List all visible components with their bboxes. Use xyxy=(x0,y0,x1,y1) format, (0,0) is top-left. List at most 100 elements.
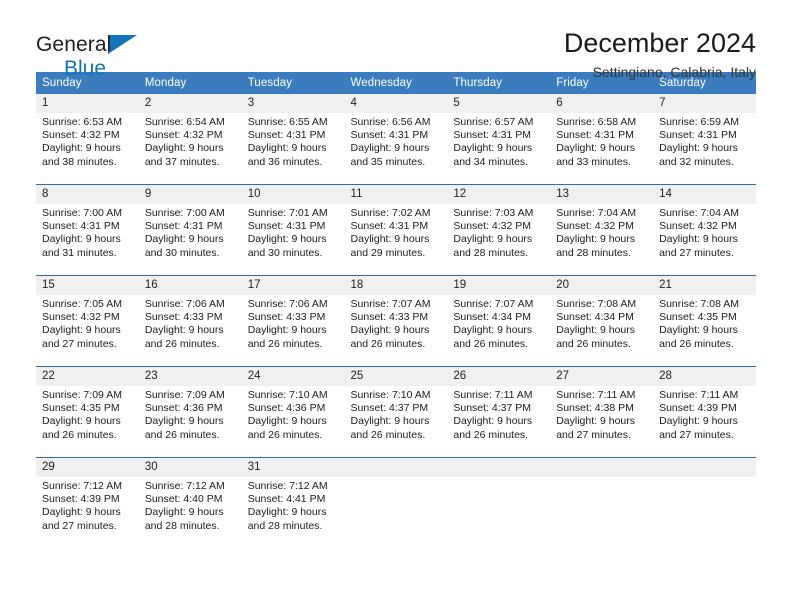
day-cell[interactable]: Sunrise: 6:54 AM Sunset: 4:32 PM Daylight:… xyxy=(138,113,242,185)
weekday-header-monday: Monday xyxy=(138,72,242,94)
day-number[interactable]: 9 xyxy=(138,184,242,204)
sunset-text: Sunset: 4:32 PM xyxy=(659,220,737,233)
day-cell[interactable]: Sunrise: 7:11 AM Sunset: 4:38 PM Daylight:… xyxy=(550,386,654,458)
day-cell[interactable]: Sunrise: 7:06 AM Sunset: 4:33 PM Daylight:… xyxy=(241,295,345,367)
day-number[interactable]: 2 xyxy=(138,94,242,113)
calendar-week-details: Sunrise: 7:09 AM Sunset: 4:35 PM Daylight:… xyxy=(36,386,756,458)
day-cell[interactable]: Sunrise: 6:55 AM Sunset: 4:31 PM Daylight:… xyxy=(241,113,345,185)
day-cell[interactable]: Sunrise: 7:03 AM Sunset: 4:32 PM Daylight:… xyxy=(447,204,551,276)
day-cell[interactable]: Sunrise: 7:12 AM Sunset: 4:40 PM Daylight:… xyxy=(138,477,242,548)
page-title: December 2024 xyxy=(563,28,756,58)
day-number[interactable]: 15 xyxy=(36,275,139,295)
day-number[interactable]: 20 xyxy=(550,275,654,295)
day-cell[interactable]: Sunrise: 7:04 AM Sunset: 4:32 PM Daylight:… xyxy=(550,204,654,276)
daylight-text-line1: Daylight: 9 hours xyxy=(556,142,636,155)
day-number[interactable]: 11 xyxy=(344,184,448,204)
day-cell[interactable]: Sunrise: 7:02 AM Sunset: 4:31 PM Daylight:… xyxy=(344,204,448,276)
day-cell[interactable]: Sunrise: 7:04 AM Sunset: 4:32 PM Daylight:… xyxy=(653,204,756,276)
daylight-text-line1: Daylight: 9 hours xyxy=(453,233,533,246)
daylight-text-line1: Daylight: 9 hours xyxy=(144,142,224,155)
day-number[interactable]: 26 xyxy=(447,366,551,386)
day-number[interactable]: 8 xyxy=(36,184,139,204)
sunrise-text: Sunrise: 6:59 AM xyxy=(659,116,740,128)
sunrise-text: Sunrise: 6:58 AM xyxy=(556,116,637,128)
daylight-text-line1: Daylight: 9 hours xyxy=(42,415,121,428)
sunset-text: Sunset: 4:35 PM xyxy=(42,402,120,415)
general-blue-logo[interactable]: General Blue xyxy=(36,34,137,79)
sunrise-text: Sunrise: 7:11 AM xyxy=(659,389,739,401)
sunrise-text: Sunrise: 7:09 AM xyxy=(42,389,122,401)
day-number[interactable]: 1 xyxy=(36,94,139,113)
day-number[interactable]: 23 xyxy=(138,366,242,386)
day-number[interactable]: 3 xyxy=(241,94,345,113)
daylight-text-line1: Daylight: 9 hours xyxy=(350,415,430,428)
day-number[interactable]: 21 xyxy=(653,275,756,295)
day-number-empty xyxy=(344,457,448,477)
sunrise-text: Sunrise: 7:08 AM xyxy=(556,298,637,310)
title-block: December 2024 Settingiano, Calabria, Ita… xyxy=(564,28,756,81)
logo-line-general: General xyxy=(36,34,137,56)
day-number[interactable]: 27 xyxy=(550,366,654,386)
day-number[interactable]: 30 xyxy=(138,457,242,477)
sunrise-text: Sunrise: 7:07 AM xyxy=(453,298,534,310)
sunset-text: Sunset: 4:33 PM xyxy=(247,311,326,324)
day-number[interactable]: 7 xyxy=(653,94,756,113)
sunset-text: Sunset: 4:40 PM xyxy=(144,493,223,506)
day-cell[interactable]: Sunrise: 7:08 AM Sunset: 4:35 PM Daylight:… xyxy=(653,295,756,367)
day-number[interactable]: 28 xyxy=(653,366,756,386)
day-cell[interactable]: Sunrise: 7:00 AM Sunset: 4:31 PM Daylight:… xyxy=(36,204,139,276)
day-number-empty xyxy=(447,457,551,477)
day-cell[interactable]: Sunrise: 7:07 AM Sunset: 4:34 PM Daylight:… xyxy=(447,295,551,367)
day-number[interactable]: 4 xyxy=(344,94,448,113)
day-cell[interactable]: Sunrise: 7:06 AM Sunset: 4:33 PM Daylight:… xyxy=(138,295,242,367)
day-number[interactable]: 17 xyxy=(241,275,345,295)
day-number[interactable]: 5 xyxy=(447,94,551,113)
sunrise-text: Sunrise: 7:05 AM xyxy=(42,298,122,310)
sunset-text: Sunset: 4:31 PM xyxy=(247,129,326,142)
day-cell[interactable]: Sunrise: 6:57 AM Sunset: 4:31 PM Daylight:… xyxy=(447,113,551,185)
day-number[interactable]: 12 xyxy=(447,184,551,204)
day-number[interactable]: 22 xyxy=(36,366,139,386)
day-cell[interactable]: Sunrise: 7:10 AM Sunset: 4:36 PM Daylight:… xyxy=(241,386,345,458)
day-cell[interactable]: Sunrise: 7:01 AM Sunset: 4:31 PM Daylight:… xyxy=(241,204,345,276)
day-cell[interactable]: Sunrise: 7:12 AM Sunset: 4:39 PM Daylight:… xyxy=(36,477,139,548)
daylight-text-line1: Daylight: 9 hours xyxy=(556,324,636,337)
day-cell[interactable]: Sunrise: 7:11 AM Sunset: 4:39 PM Daylight:… xyxy=(653,386,756,458)
day-number[interactable]: 18 xyxy=(344,275,448,295)
day-number[interactable]: 10 xyxy=(241,184,345,204)
day-cell[interactable]: Sunrise: 7:10 AM Sunset: 4:37 PM Daylight:… xyxy=(344,386,448,458)
day-cell[interactable]: Sunrise: 7:09 AM Sunset: 4:35 PM Daylight:… xyxy=(36,386,139,458)
day-cell[interactable]: Sunrise: 7:00 AM Sunset: 4:31 PM Daylight:… xyxy=(138,204,242,276)
day-number[interactable]: 16 xyxy=(138,275,242,295)
daylight-text-line1: Daylight: 9 hours xyxy=(247,142,327,155)
day-number[interactable]: 19 xyxy=(447,275,551,295)
day-number[interactable]: 24 xyxy=(241,366,345,386)
daylight-text-line2: and 28 minutes. xyxy=(453,246,529,259)
sunset-text: Sunset: 4:33 PM xyxy=(144,311,223,324)
day-cell[interactable]: Sunrise: 7:12 AM Sunset: 4:41 PM Daylight:… xyxy=(241,477,345,548)
day-cell[interactable]: Sunrise: 7:08 AM Sunset: 4:34 PM Daylight:… xyxy=(550,295,654,367)
day-cell[interactable]: Sunrise: 7:11 AM Sunset: 4:37 PM Daylight:… xyxy=(447,386,551,458)
daylight-text-line2: and 31 minutes. xyxy=(42,246,117,259)
day-number[interactable]: 13 xyxy=(550,184,654,204)
day-number[interactable]: 29 xyxy=(36,457,139,477)
day-cell[interactable]: Sunrise: 7:07 AM Sunset: 4:33 PM Daylight:… xyxy=(344,295,448,367)
sunset-text: Sunset: 4:34 PM xyxy=(453,311,532,324)
day-number[interactable]: 25 xyxy=(344,366,448,386)
day-cell[interactable]: Sunrise: 7:05 AM Sunset: 4:32 PM Daylight:… xyxy=(36,295,139,367)
sunset-text: Sunset: 4:39 PM xyxy=(42,493,120,506)
day-number[interactable]: 14 xyxy=(653,184,756,204)
day-cell[interactable]: Sunrise: 6:56 AM Sunset: 4:31 PM Daylight:… xyxy=(344,113,448,185)
calendar-week-daynumbers: 15 16 17 18 19 20 21 xyxy=(36,275,756,295)
day-number[interactable]: 6 xyxy=(550,94,654,113)
day-cell[interactable]: Sunrise: 6:58 AM Sunset: 4:31 PM Daylight:… xyxy=(550,113,654,185)
daylight-text-line1: Daylight: 9 hours xyxy=(247,415,327,428)
day-number[interactable]: 31 xyxy=(241,457,345,477)
day-cell[interactable]: Sunrise: 7:09 AM Sunset: 4:36 PM Daylight:… xyxy=(138,386,242,458)
daylight-text-line2: and 28 minutes. xyxy=(247,519,323,532)
sunrise-text: Sunrise: 7:10 AM xyxy=(350,389,431,401)
day-cell[interactable]: Sunrise: 6:59 AM Sunset: 4:31 PM Daylight:… xyxy=(653,113,756,185)
daylight-text-line1: Daylight: 9 hours xyxy=(453,415,533,428)
sunset-text: Sunset: 4:39 PM xyxy=(659,402,737,415)
day-cell[interactable]: Sunrise: 6:53 AM Sunset: 4:32 PM Daylight:… xyxy=(36,113,139,185)
